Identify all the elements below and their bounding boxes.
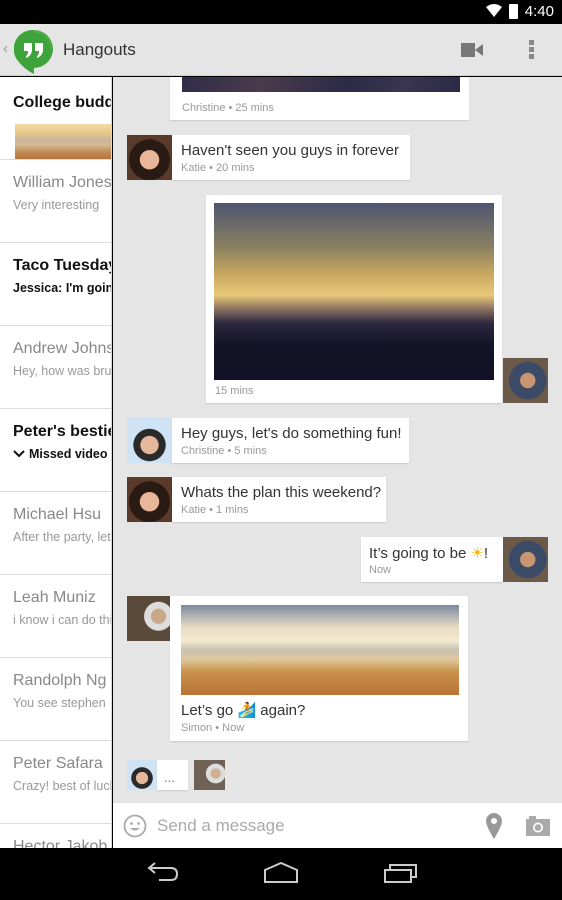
hangouts-logo-icon[interactable] xyxy=(14,29,54,75)
conversation-item[interactable]: Peter's besties Missed video call xyxy=(0,409,111,492)
message-photo[interactable] xyxy=(214,203,494,380)
message-photo-card[interactable]: Let’s go 🏄 again? Simon • Now xyxy=(170,596,468,741)
message-meta: Simon • Now xyxy=(181,722,245,734)
wifi-icon xyxy=(486,4,502,17)
conversation-snippet: Hey, how was brunch xyxy=(13,364,111,378)
video-call-icon[interactable] xyxy=(461,43,483,57)
conversation-snippet: After the party, let's xyxy=(13,530,111,544)
typing-dots: ... xyxy=(164,770,175,785)
message-text: Haven't seen you guys in forever xyxy=(181,142,399,159)
conversation-name: Hector Jakob M xyxy=(13,838,111,848)
conversation-name: Michael Hsu xyxy=(13,506,102,523)
missed-call-icon xyxy=(13,450,25,458)
clock: 4:40 xyxy=(524,3,554,20)
message-bubble[interactable]: Haven't seen you guys in forever Katie •… xyxy=(172,135,410,180)
app-title: Hangouts xyxy=(63,40,136,59)
overflow-menu-icon[interactable] xyxy=(529,40,534,61)
avatar-katie[interactable] xyxy=(127,135,172,180)
message-meta: Christine • 25 mins xyxy=(182,102,274,114)
compose-bar xyxy=(113,802,562,848)
message-text: Let’s go 🏄 again? xyxy=(181,701,305,719)
message-photo-card[interactable]: 15 mins xyxy=(206,195,502,403)
conversation-name: Leah Muniz xyxy=(13,589,96,606)
conversation-item[interactable]: Leah Muniz i know i can do this xyxy=(0,575,111,658)
message-photo[interactable] xyxy=(182,77,460,92)
message-text-before: It’s going to be xyxy=(369,545,471,562)
conversation-snippet-row: Missed video call xyxy=(13,447,111,461)
message-input[interactable] xyxy=(157,811,477,841)
conversation-snippet: Very interesting xyxy=(13,198,100,212)
message-photo-card[interactable]: Christine • 25 mins xyxy=(170,77,469,120)
message-text-after: again? xyxy=(256,702,306,719)
message-photo[interactable] xyxy=(181,605,459,695)
conversation-name: Peter Safara xyxy=(13,755,103,772)
message-meta: Now xyxy=(369,564,392,576)
chat-thread[interactable]: Christine • 25 mins Haven't seen you guy… xyxy=(113,77,562,802)
conversation-item[interactable]: College buddies xyxy=(0,77,111,160)
conversation-snippet: You see stephen xyxy=(13,696,106,710)
message-bubble[interactable]: It’s going to be ☀! Now xyxy=(361,537,503,582)
conversation-name: Randolph Ng xyxy=(13,672,107,689)
conversation-list[interactable]: College buddies William Jones Very inter… xyxy=(0,77,112,848)
conversation-name: Taco Tuesday xyxy=(13,257,111,274)
battery-icon xyxy=(509,4,518,19)
back-icon[interactable] xyxy=(145,862,179,884)
recents-icon[interactable] xyxy=(384,862,418,884)
conversation-item[interactable]: Taco Tuesday Jessica: I'm going xyxy=(0,243,111,326)
conversation-name: College buddies xyxy=(13,94,111,111)
conversation-item[interactable]: Andrew Johnson Hey, how was brunch xyxy=(0,326,111,409)
conversation-name: William Jones xyxy=(13,174,111,191)
message-meta: Katie • 1 mins xyxy=(181,504,249,516)
surfer-emoji: 🏄 xyxy=(237,702,257,719)
conversation-item[interactable]: William Jones Very interesting xyxy=(0,160,111,243)
avatar-katie[interactable] xyxy=(127,477,172,522)
message-text-before: Let’s go xyxy=(181,702,238,719)
message-bubble[interactable]: Hey guys, let's do something fun! Christ… xyxy=(172,418,409,463)
sun-emoji: ☀ xyxy=(470,545,484,562)
conversation-snippet: Missed video call xyxy=(29,447,111,461)
conversation-snippet: Jessica: I'm going xyxy=(13,281,111,295)
navigation-bar xyxy=(0,848,562,900)
conversation-thumbnail xyxy=(15,124,111,159)
emoji-icon[interactable] xyxy=(123,814,147,838)
location-pin-icon[interactable] xyxy=(486,813,502,839)
message-text: It’s going to be ☀! xyxy=(369,544,488,562)
avatar-christine[interactable] xyxy=(127,760,157,790)
avatar-christine[interactable] xyxy=(127,418,172,463)
message-text: Whats the plan this weekend? xyxy=(181,484,382,501)
typing-indicator: ... xyxy=(157,760,188,790)
avatar-simon-read[interactable] xyxy=(194,760,225,790)
message-bubble[interactable]: Whats the plan this weekend? Katie • 1 m… xyxy=(172,477,386,522)
avatar-me[interactable] xyxy=(503,358,548,403)
avatar-simon[interactable] xyxy=(127,596,172,641)
conversation-item[interactable]: Peter Safara Crazy! best of luck xyxy=(0,741,111,824)
message-text-after: ! xyxy=(483,545,489,562)
camera-icon[interactable] xyxy=(526,816,550,836)
conversation-name: Andrew Johnson xyxy=(13,340,111,357)
conversation-snippet: Crazy! best of luck xyxy=(13,779,111,793)
home-icon[interactable] xyxy=(263,862,299,884)
message-text: Hey guys, let's do something fun! xyxy=(181,425,402,442)
avatar-me[interactable] xyxy=(503,537,548,582)
conversation-name: Peter's besties xyxy=(13,423,111,440)
conversation-snippet: i know i can do this xyxy=(13,613,111,627)
conversation-item[interactable]: Randolph Ng You see stephen xyxy=(0,658,111,741)
message-meta: Katie • 20 mins xyxy=(181,162,255,174)
action-bar: ‹ Hangouts xyxy=(0,24,562,76)
conversation-item[interactable]: Hector Jakob M xyxy=(0,824,111,848)
conversation-item[interactable]: Michael Hsu After the party, let's xyxy=(0,492,111,575)
status-bar: 4:40 xyxy=(0,0,562,24)
message-meta: Christine • 5 mins xyxy=(181,445,267,457)
up-caret-icon[interactable]: ‹ xyxy=(3,40,8,57)
message-meta: 15 mins xyxy=(215,385,254,397)
